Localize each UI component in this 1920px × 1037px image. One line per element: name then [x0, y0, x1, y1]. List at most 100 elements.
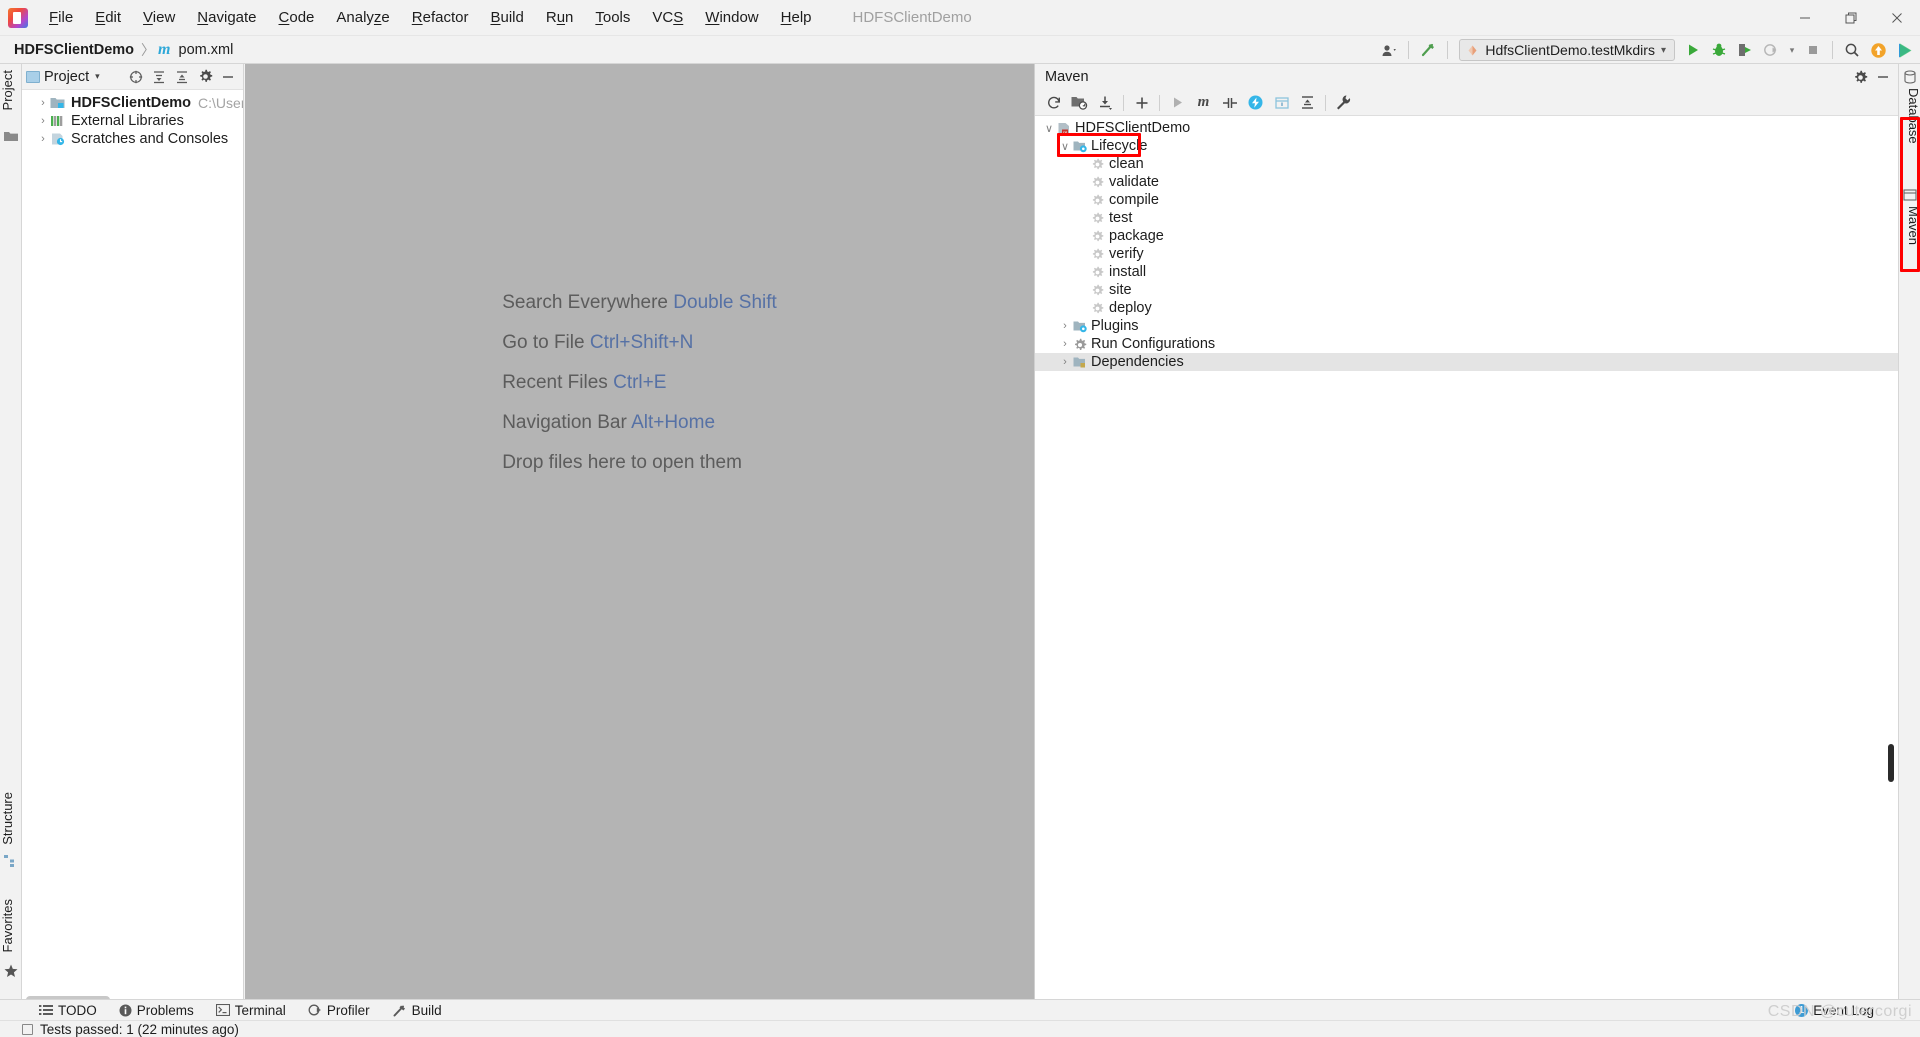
right-tool-strip: Database Maven	[1898, 64, 1920, 1006]
maven-goal-test[interactable]: test	[1035, 209, 1898, 227]
idea-play-button[interactable]	[1892, 38, 1916, 62]
menu-item-run[interactable]: Run	[535, 0, 585, 35]
sidebar-item-favorites[interactable]: Favorites	[0, 893, 22, 958]
menu-item-analyze[interactable]: Analyze	[325, 0, 400, 35]
download-sources-button[interactable]	[1093, 92, 1118, 114]
toolbar-separator	[1123, 94, 1124, 111]
chevron-right-icon[interactable]: ›	[1057, 356, 1073, 368]
reload-all-projects-button[interactable]	[1041, 92, 1066, 114]
menu-item-tools[interactable]: Tools	[584, 0, 641, 35]
menu-item-refactor[interactable]: Refactor	[401, 0, 480, 35]
maven-tree-run-configurations[interactable]: › Run Configurations	[1035, 335, 1898, 353]
hide-panel-button[interactable]	[217, 66, 239, 88]
tip-action-label: Go to File	[502, 332, 585, 353]
maven-goal-install[interactable]: install	[1035, 263, 1898, 281]
maven-goal-deploy[interactable]: deploy	[1035, 299, 1898, 317]
stop-button[interactable]	[1801, 38, 1825, 62]
tree-node-label: External Libraries	[71, 113, 184, 129]
breadcrumb-item-file[interactable]: pom.xml	[175, 40, 238, 60]
maven-hide-button[interactable]	[1872, 66, 1894, 88]
chevron-down-icon[interactable]: ▾	[95, 71, 100, 82]
chevron-down-icon[interactable]: ∨	[1041, 122, 1057, 135]
maven-tree-lifecycle[interactable]: ∨ Lifecycle	[1035, 133, 1898, 157]
tool-window-todo[interactable]: TODO	[28, 1000, 108, 1021]
dependencies-folder-icon	[1073, 356, 1086, 369]
maven-goal-compile[interactable]: compile	[1035, 191, 1898, 209]
execute-maven-goal-button[interactable]: m	[1191, 92, 1216, 114]
menu-item-view[interactable]: View	[132, 0, 186, 35]
tool-window-terminal[interactable]: Terminal	[205, 1000, 297, 1021]
minimize-button[interactable]	[1782, 0, 1828, 36]
run-configuration-selector[interactable]: HdfsClientDemo.testMkdirs ▾	[1459, 39, 1675, 61]
menu-item-edit[interactable]: Edit	[84, 0, 132, 35]
sidebar-item-structure[interactable]: Structure	[0, 786, 22, 851]
maven-tree-dependencies[interactable]: › Dependencies	[1035, 353, 1898, 371]
debug-button[interactable]	[1707, 38, 1731, 62]
tree-row[interactable]: › External Libraries	[22, 112, 243, 130]
maven-tool-window: Maven m ∨ m HDFSClientDemo ∨ Lifecycle c…	[1034, 64, 1898, 1006]
editor-scrollbar-thumb[interactable]	[1888, 744, 1894, 782]
idea-window: File Edit View Navigate Code Analyze Ref…	[0, 0, 1920, 1037]
menu-item-file[interactable]: File	[38, 0, 84, 35]
maven-tree[interactable]: ∨ m HDFSClientDemo ∨ Lifecycle clean val…	[1035, 116, 1898, 1006]
profile-dropdown-icon[interactable]: ▾	[1785, 38, 1799, 62]
chevron-down-icon[interactable]: ▾	[1661, 45, 1666, 56]
maven-goal-label: verify	[1109, 246, 1144, 262]
project-view-icon	[26, 70, 40, 83]
tool-window-profiler[interactable]: Profiler	[297, 1000, 381, 1021]
user-avatar-button[interactable]	[1377, 38, 1401, 62]
expand-all-button[interactable]	[148, 66, 170, 88]
maven-settings-wrench-button[interactable]	[1331, 92, 1356, 114]
profile-button[interactable]	[1759, 38, 1783, 62]
sidebar-item-database[interactable]: Database	[1899, 88, 1920, 144]
menu-item-help[interactable]: Help	[770, 0, 823, 35]
chevron-right-icon[interactable]: ›	[1057, 320, 1073, 332]
project-tree[interactable]: › HDFSClientDemo C:\Users\LENOVO ›	[22, 90, 243, 1006]
breadcrumb-item-project[interactable]: HDFSClientDemo	[10, 40, 138, 60]
maven-tree-root[interactable]: ∨ m HDFSClientDemo	[1035, 119, 1898, 137]
menu-item-window[interactable]: Window	[694, 0, 769, 35]
tool-window-build[interactable]: Build	[381, 1000, 453, 1021]
generate-sources-button[interactable]	[1067, 92, 1092, 114]
search-everywhere-button[interactable]	[1840, 38, 1864, 62]
locate-in-tree-button[interactable]	[125, 66, 147, 88]
tree-row[interactable]: › Scratches and Consoles	[22, 130, 243, 148]
collapse-all-button[interactable]	[1295, 92, 1320, 114]
tool-window-problems[interactable]: Problems	[108, 1000, 205, 1021]
collapse-all-button[interactable]	[171, 66, 193, 88]
run-button[interactable]	[1681, 38, 1705, 62]
maven-goal-validate[interactable]: validate	[1035, 173, 1898, 191]
title-bar: File Edit View Navigate Code Analyze Ref…	[0, 0, 1920, 36]
skip-tests-button[interactable]	[1243, 92, 1268, 114]
maven-goal-site[interactable]: site	[1035, 281, 1898, 299]
tree-row[interactable]: › HDFSClientDemo C:\Users\LENOVO	[22, 94, 243, 112]
run-with-coverage-button[interactable]	[1733, 38, 1757, 62]
maven-goal-clean[interactable]: clean	[1035, 155, 1898, 173]
chevron-right-icon[interactable]: ›	[1057, 338, 1073, 350]
chevron-down-icon[interactable]: ∨	[1057, 140, 1073, 153]
chevron-right-icon[interactable]: ›	[36, 97, 50, 109]
chevron-right-icon[interactable]: ›	[36, 115, 50, 127]
show-dependencies-button[interactable]	[1269, 92, 1294, 114]
menu-item-navigate[interactable]: Navigate	[186, 0, 267, 35]
maven-tree-plugins[interactable]: › Plugins	[1035, 317, 1898, 335]
goal-gear-icon	[1091, 158, 1104, 171]
menu-item-build[interactable]: Build	[479, 0, 534, 35]
menu-item-vcs[interactable]: VCS	[641, 0, 694, 35]
run-maven-build-button[interactable]	[1165, 92, 1190, 114]
maven-settings-button[interactable]	[1849, 66, 1871, 88]
module-icon	[50, 96, 66, 110]
maximize-button[interactable]	[1828, 0, 1874, 36]
toggle-offline-mode-button[interactable]	[1217, 92, 1242, 114]
menu-item-code[interactable]: Code	[268, 0, 326, 35]
maven-goal-verify[interactable]: verify	[1035, 245, 1898, 263]
sidebar-item-maven[interactable]: Maven	[1899, 206, 1920, 245]
settings-gear-button[interactable]	[194, 66, 216, 88]
close-button[interactable]	[1874, 0, 1920, 36]
chevron-right-icon[interactable]: ›	[36, 133, 50, 145]
add-maven-project-button[interactable]	[1129, 92, 1154, 114]
maven-goal-package[interactable]: package	[1035, 227, 1898, 245]
sidebar-item-project[interactable]: Project	[0, 64, 22, 116]
build-hammer-button[interactable]	[1416, 38, 1440, 62]
update-project-button[interactable]	[1866, 38, 1890, 62]
